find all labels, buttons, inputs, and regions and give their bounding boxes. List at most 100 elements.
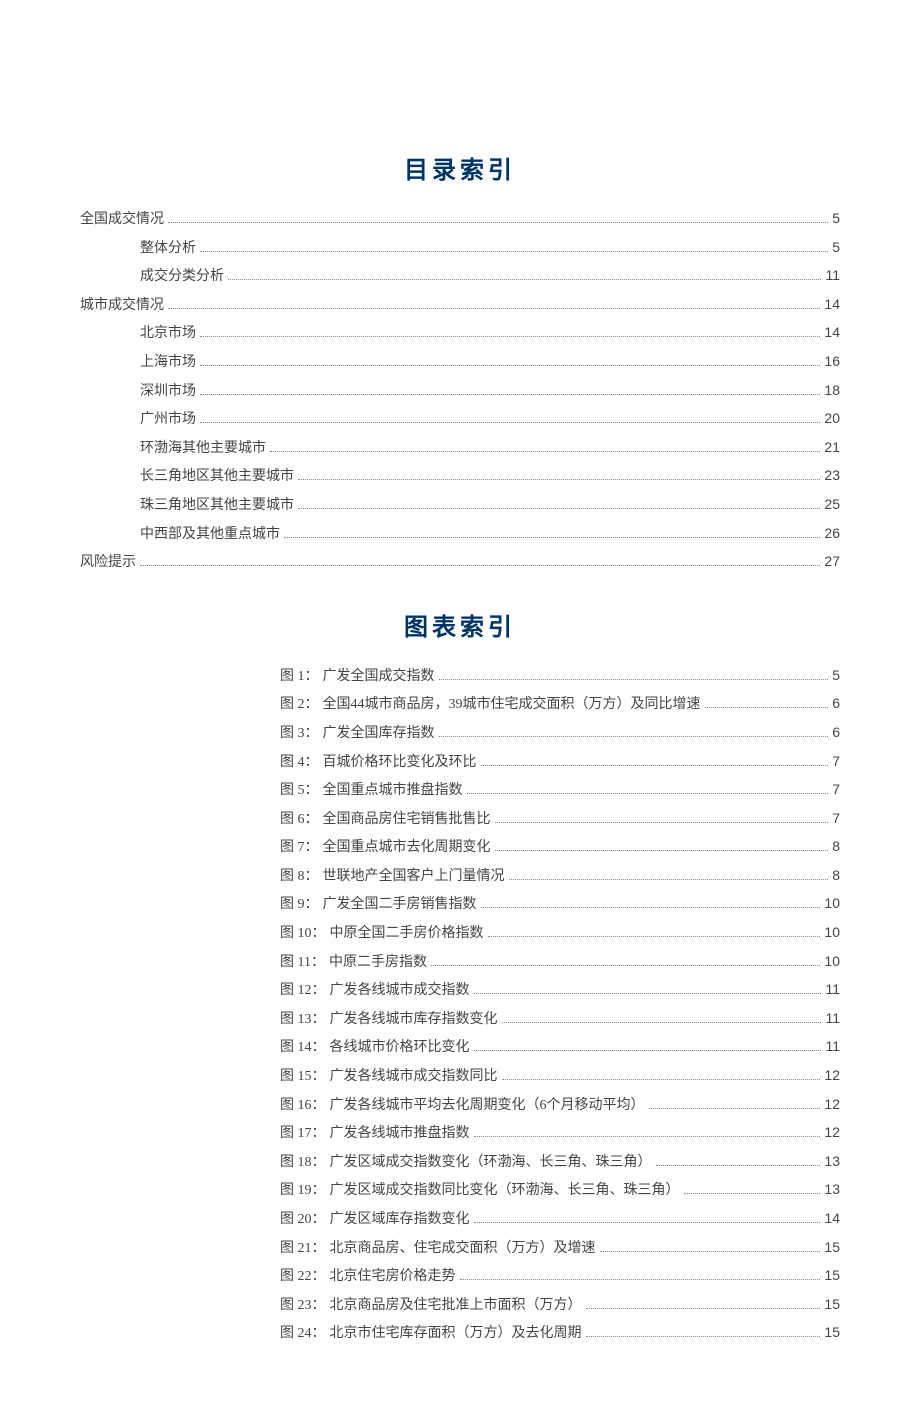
toc-entry-label: 上海市场 bbox=[140, 350, 196, 377]
figure-entry-page: 7 bbox=[832, 805, 840, 832]
toc-entry-page: 20 bbox=[824, 405, 840, 432]
toc-entry[interactable]: 成交分类分析11 bbox=[80, 262, 840, 291]
figure-entry-number: 图 10： bbox=[280, 921, 326, 948]
figures-title: 图表索引 bbox=[80, 607, 840, 642]
toc-entry-label: 中西部及其他重点城市 bbox=[140, 522, 280, 549]
figure-leader-dots bbox=[431, 965, 820, 966]
figure-leader-dots bbox=[600, 1251, 821, 1252]
figure-leader-dots bbox=[705, 707, 829, 708]
figure-entry-label: 广发区域库存指数变化 bbox=[330, 1207, 470, 1234]
figure-entry-label: 广发各线城市成交指数同比 bbox=[330, 1064, 498, 1091]
toc-entry[interactable]: 整体分析5 bbox=[80, 234, 840, 263]
figure-leader-dots bbox=[474, 1222, 821, 1223]
figure-entry-page: 7 bbox=[832, 776, 840, 803]
figure-entry-number: 图 3： bbox=[280, 721, 319, 748]
toc-entry[interactable]: 长三角地区其他主要城市 23 bbox=[80, 462, 840, 491]
figure-entry[interactable]: 图 13：广发各线城市库存指数变化11 bbox=[280, 1005, 840, 1034]
toc-entry-label: 城市成交情况 bbox=[80, 293, 164, 320]
toc-leader-dots bbox=[168, 222, 828, 223]
toc-leader-dots bbox=[200, 394, 820, 395]
toc-leader-dots bbox=[298, 508, 820, 509]
figure-entry[interactable]: 图 10：中原全国二手房价格指数10 bbox=[280, 919, 840, 948]
toc-entry-label: 全国成交情况 bbox=[80, 207, 164, 234]
toc-leader-dots bbox=[298, 479, 820, 480]
figure-entry[interactable]: 图 1：广发全国成交指数5 bbox=[280, 662, 840, 691]
figure-entry-page: 11 bbox=[825, 976, 840, 1003]
figure-leader-dots bbox=[474, 1050, 822, 1051]
toc-leader-dots bbox=[270, 451, 820, 452]
toc-entry-label: 长三角地区其他主要城市 bbox=[140, 464, 294, 491]
toc-entry[interactable]: 上海市场16 bbox=[80, 348, 840, 377]
figure-entry[interactable]: 图 23：北京商品房及住宅批准上市面积（万方）15 bbox=[280, 1291, 840, 1320]
toc-entry-label: 广州市场 bbox=[140, 407, 196, 434]
figure-entry[interactable]: 图 11：中原二手房指数10 bbox=[280, 948, 840, 977]
figure-entry[interactable]: 图 4：百城价格环比变化及环比7 bbox=[280, 748, 840, 777]
toc-entry[interactable]: 珠三角地区其他主要城市25 bbox=[80, 491, 840, 520]
figure-entry-label: 百城价格环比变化及环比 bbox=[323, 750, 477, 777]
figure-entry-label: 北京商品房及住宅批准上市面积（万方） bbox=[330, 1293, 582, 1320]
figure-entry-number: 图 4： bbox=[280, 750, 319, 777]
figure-leader-dots bbox=[481, 765, 829, 766]
toc-entry-page: 27 bbox=[824, 548, 840, 575]
toc-entry[interactable]: 城市成交情况14 bbox=[80, 291, 840, 320]
toc-entry-page: 23 bbox=[824, 462, 840, 489]
toc-leader-dots bbox=[200, 365, 820, 366]
toc-entry[interactable]: 全国成交情况5 bbox=[80, 205, 840, 234]
figure-entry[interactable]: 图 14：各线城市价格环比变化11 bbox=[280, 1033, 840, 1062]
figure-entry[interactable]: 图 15：广发各线城市成交指数同比12 bbox=[280, 1062, 840, 1091]
figure-entry[interactable]: 图 22：北京住宅房价格走势15 bbox=[280, 1262, 840, 1291]
figure-leader-dots bbox=[649, 1108, 821, 1109]
figure-entry[interactable]: 图 21：北京商品房、住宅成交面积（万方）及增速15 bbox=[280, 1234, 840, 1263]
toc-entry-label: 环渤海其他主要城市 bbox=[140, 436, 266, 463]
figure-entry-label: 北京商品房、住宅成交面积（万方）及增速 bbox=[330, 1236, 596, 1263]
figure-entry[interactable]: 图 6：全国商品房住宅销售批售比7 bbox=[280, 805, 840, 834]
toc-entry[interactable]: 风险提示27 bbox=[80, 548, 840, 577]
toc-leader-dots bbox=[200, 336, 820, 337]
toc-entry[interactable]: 环渤海其他主要城市21 bbox=[80, 434, 840, 463]
toc-entry-label: 北京市场 bbox=[140, 321, 196, 348]
figure-entry-number: 图 8： bbox=[280, 864, 319, 891]
toc-entry[interactable]: 中西部及其他重点城市 26 bbox=[80, 520, 840, 549]
figure-entry[interactable]: 图 9：广发全国二手房销售指数10 bbox=[280, 890, 840, 919]
toc-entry[interactable]: 深圳市场18 bbox=[80, 377, 840, 406]
figure-entry[interactable]: 图 3：广发全国库存指数6 bbox=[280, 719, 840, 748]
figure-entry[interactable]: 图 12：广发各线城市成交指数11 bbox=[280, 976, 840, 1005]
toc-entry[interactable]: 广州市场 20 bbox=[80, 405, 840, 434]
toc-entry-page: 11 bbox=[825, 262, 840, 289]
figure-entry[interactable]: 图 16：广发各线城市平均去化周期变化（6个月移动平均）12 bbox=[280, 1091, 840, 1120]
figure-entry[interactable]: 图 24：北京市住宅库存面积（万方）及去化周期15 bbox=[280, 1319, 840, 1348]
figure-entry[interactable]: 图 18：广发区域成交指数变化（环渤海、长三角、珠三角）13 bbox=[280, 1148, 840, 1177]
figure-entry-label: 中原二手房指数 bbox=[329, 950, 427, 977]
figure-entry-label: 广发各线城市推盘指数 bbox=[330, 1121, 470, 1148]
figure-entry[interactable]: 图 5：全国重点城市推盘指数7 bbox=[280, 776, 840, 805]
toc-entry-page: 26 bbox=[824, 520, 840, 547]
figure-leader-dots bbox=[467, 793, 829, 794]
figure-entry-label: 北京住宅房价格走势 bbox=[330, 1264, 456, 1291]
figure-entry-label: 全国重点城市推盘指数 bbox=[323, 778, 463, 805]
figure-entry-number: 图 18： bbox=[280, 1150, 326, 1177]
figure-entry[interactable]: 图 19：广发区域成交指数同比变化（环渤海、长三角、珠三角）13 bbox=[280, 1176, 840, 1205]
figure-entry-page: 5 bbox=[832, 662, 840, 689]
toc-entry[interactable]: 北京市场 14 bbox=[80, 319, 840, 348]
figure-entry-label: 广发区域成交指数同比变化（环渤海、长三角、珠三角） bbox=[330, 1178, 680, 1205]
figure-entry-page: 15 bbox=[824, 1234, 840, 1261]
figure-leader-dots bbox=[502, 1079, 821, 1080]
figure-entry-page: 14 bbox=[824, 1205, 840, 1232]
figure-leader-dots bbox=[460, 1279, 821, 1280]
figure-leader-dots bbox=[481, 907, 821, 908]
figure-leader-dots bbox=[495, 822, 829, 823]
figure-entry[interactable]: 图 8：世联地产全国客户上门量情况8 bbox=[280, 862, 840, 891]
figure-entry[interactable]: 图 17：广发各线城市推盘指数12 bbox=[280, 1119, 840, 1148]
figure-entry-label: 北京市住宅库存面积（万方）及去化周期 bbox=[330, 1321, 582, 1348]
figure-entry-page: 10 bbox=[824, 890, 840, 917]
toc-entry-label: 深圳市场 bbox=[140, 379, 196, 406]
figure-entry-label: 全国44城市商品房，39城市住宅成交面积（万方）及同比增速 bbox=[323, 692, 701, 719]
toc-entry-label: 珠三角地区其他主要城市 bbox=[140, 493, 294, 520]
figure-entry-page: 8 bbox=[832, 862, 840, 889]
figure-leader-dots bbox=[439, 679, 829, 680]
figure-entry-number: 图 6： bbox=[280, 807, 319, 834]
figure-entry[interactable]: 图 20：广发区域库存指数变化14 bbox=[280, 1205, 840, 1234]
toc-entry-page: 14 bbox=[824, 319, 840, 346]
figure-entry[interactable]: 图 2：全国44城市商品房，39城市住宅成交面积（万方）及同比增速6 bbox=[280, 690, 840, 719]
figure-entry[interactable]: 图 7：全国重点城市去化周期变化8 bbox=[280, 833, 840, 862]
